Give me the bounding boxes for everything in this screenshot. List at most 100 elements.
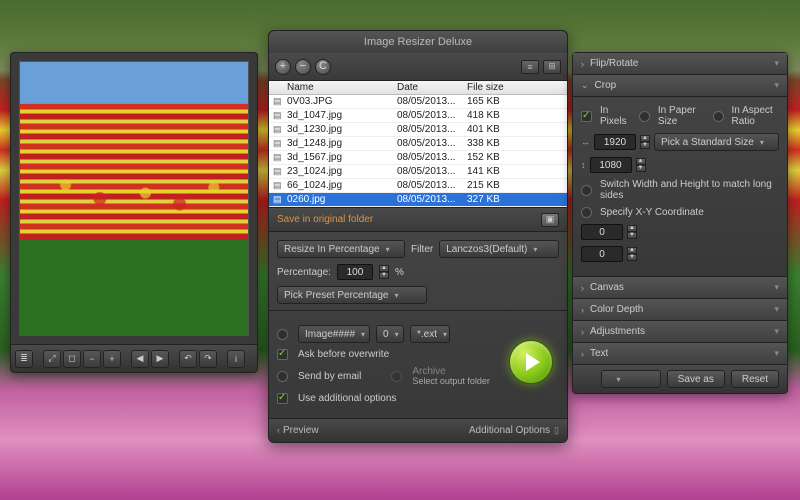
zoom-actual-icon[interactable]: ◻ <box>63 350 81 368</box>
standard-size-label: Pick a Standard Size <box>661 137 754 148</box>
crop-body: In Pixels In Paper Size In Aspect Ratio … <box>573 97 787 277</box>
send-email-radio[interactable] <box>277 371 288 382</box>
crop-x-stepper[interactable]: ▲▼ <box>627 225 637 239</box>
crop-paper-label: In Paper Size <box>658 105 700 127</box>
save-as-button[interactable]: Save as <box>667 370 725 388</box>
crop-pixels-radio[interactable] <box>581 111 592 122</box>
resize-mode-dropdown[interactable]: Resize In Percentage <box>277 240 405 258</box>
preset-percentage-dropdown[interactable]: Pick Preset Percentage <box>277 286 427 304</box>
next-image-icon[interactable]: ▶ <box>151 350 169 368</box>
crop-y-input[interactable] <box>581 246 623 262</box>
main-window: Image Resizer Deluxe + − C ≡ ⊞ Name Date… <box>268 30 568 443</box>
preset-dropdown[interactable] <box>601 370 661 388</box>
cell-size: 165 KB <box>467 96 563 107</box>
ask-overwrite-checkbox[interactable] <box>277 349 288 360</box>
crop-y-stepper[interactable]: ▲▼ <box>627 247 637 261</box>
use-additional-label: Use additional options <box>298 393 396 404</box>
section-flip-rotate[interactable]: › Flip/Rotate ▾ <box>573 53 787 75</box>
table-row[interactable]: ▤23_1024.jpg08/05/2013...141 KB <box>269 165 567 179</box>
chevron-right-icon: › <box>581 349 584 359</box>
preview-toggle[interactable]: Preview <box>283 425 319 436</box>
file-table-header: Name Date File size <box>269 81 567 95</box>
table-row[interactable]: ▤3d_1248.jpg08/05/2013...338 KB <box>269 137 567 151</box>
section-color-depth[interactable]: › Color Depth ▾ <box>573 299 787 321</box>
archive-radio[interactable] <box>391 371 402 382</box>
filename-pattern-radio[interactable] <box>277 329 288 340</box>
ask-overwrite-label: Ask before overwrite <box>298 349 389 360</box>
crop-aspect-label: In Aspect Ratio <box>732 105 779 127</box>
output-ext-dropdown[interactable]: *.ext <box>410 325 450 343</box>
standard-size-dropdown[interactable]: Pick a Standard Size <box>654 133 779 151</box>
cell-size: 215 KB <box>467 180 563 191</box>
col-date[interactable]: Date <box>397 82 467 93</box>
table-row[interactable]: ▤3d_1047.jpg08/05/2013...418 KB <box>269 109 567 123</box>
use-additional-checkbox[interactable] <box>277 393 288 404</box>
titlebar[interactable]: Image Resizer Deluxe <box>269 31 567 53</box>
section-canvas[interactable]: › Canvas ▾ <box>573 277 787 299</box>
cell-name: 3d_1567.jpg <box>287 152 397 163</box>
crop-aspect-radio[interactable] <box>713 111 724 122</box>
sequence-start-dropdown[interactable]: 0 <box>376 325 404 343</box>
percentage-input[interactable] <box>337 264 373 280</box>
table-row[interactable]: ▤3d_1567.jpg08/05/2013...152 KB <box>269 151 567 165</box>
section-color-label: Color Depth <box>590 304 643 315</box>
save-location-label: Save in original folder <box>277 214 373 225</box>
filter-dropdown[interactable]: Lanczos3(Default) <box>439 240 559 258</box>
cell-size: 401 KB <box>467 124 563 135</box>
rotate-cw-icon[interactable]: ↷ <box>199 350 217 368</box>
rotate-ccw-icon[interactable]: ↶ <box>179 350 197 368</box>
zoom-out-icon[interactable]: − <box>83 350 101 368</box>
file-icon: ▤ <box>273 138 287 149</box>
preview-toolbar: ≣ ⤢ ◻ − + ◀ ▶ ↶ ↷ i <box>11 344 257 372</box>
switch-wh-radio[interactable] <box>581 185 592 196</box>
crop-height-stepper[interactable]: ▲▼ <box>636 158 646 172</box>
clear-files-button[interactable]: C <box>315 59 331 75</box>
chevron-right-icon: › <box>581 283 584 293</box>
chevron-right-icon: › <box>581 327 584 337</box>
bottom-bar: ‹ Preview Additional Options ▯ <box>269 418 567 442</box>
crop-x-input[interactable] <box>581 224 623 240</box>
crop-width-stepper[interactable]: ▲▼ <box>640 135 650 149</box>
table-row[interactable]: ▤0V03.JPG08/05/2013...165 KB <box>269 95 567 109</box>
filter-label: Filter <box>411 244 433 255</box>
section-adjustments[interactable]: › Adjustments ▾ <box>573 321 787 343</box>
crop-height-input[interactable] <box>590 157 632 173</box>
section-text[interactable]: › Text ▾ <box>573 343 787 365</box>
remove-files-button[interactable]: − <box>295 59 311 75</box>
zoom-in-icon[interactable]: + <box>103 350 121 368</box>
cell-name: 3d_1248.jpg <box>287 138 397 149</box>
list-view-icon[interactable]: ≡ <box>521 60 539 74</box>
archive-note: Select output folder <box>412 377 490 387</box>
start-button[interactable] <box>509 340 553 384</box>
crop-width-input[interactable] <box>594 134 636 150</box>
browse-folder-icon[interactable]: ▣ <box>541 213 559 227</box>
col-size[interactable]: File size <box>467 82 563 93</box>
thumbnails-icon[interactable]: ≣ <box>15 350 33 368</box>
info-icon[interactable]: i <box>227 350 245 368</box>
additional-options-toggle[interactable]: Additional Options <box>469 425 550 436</box>
cell-size: 338 KB <box>467 138 563 149</box>
chevron-left-icon[interactable]: ‹ <box>277 425 280 435</box>
cell-date: 08/05/2013... <box>397 124 467 135</box>
chevron-right-icon: › <box>581 305 584 315</box>
table-row[interactable]: ▤66_1024.jpg08/05/2013...215 KB <box>269 179 567 193</box>
percentage-stepper[interactable]: ▲▼ <box>379 265 389 279</box>
resize-settings: Resize In Percentage Filter Lanczos3(Def… <box>269 232 567 418</box>
add-files-button[interactable]: + <box>275 59 291 75</box>
zoom-fit-icon[interactable]: ⤢ <box>43 350 61 368</box>
prev-image-icon[interactable]: ◀ <box>131 350 149 368</box>
table-row[interactable]: ▤0260.jpg08/05/2013...327 KB <box>269 193 567 207</box>
col-name[interactable]: Name <box>287 82 397 93</box>
chevron-down-icon: ⌄ <box>581 80 589 91</box>
crop-paper-radio[interactable] <box>639 111 650 122</box>
reset-button[interactable]: Reset <box>731 370 779 388</box>
options-panel: › Flip/Rotate ▾ ⌄ Crop ▾ In Pixels In Pa… <box>572 52 788 394</box>
file-icon: ▤ <box>273 110 287 121</box>
section-crop[interactable]: ⌄ Crop ▾ <box>573 75 787 97</box>
chevron-right-icon[interactable]: ▯ <box>554 425 559 436</box>
grid-view-icon[interactable]: ⊞ <box>543 60 561 74</box>
table-row[interactable]: ▤3d_1230.jpg08/05/2013...401 KB <box>269 123 567 137</box>
filename-pattern-dropdown[interactable]: Image#### <box>298 325 370 343</box>
file-icon: ▤ <box>273 194 287 205</box>
specify-xy-radio[interactable] <box>581 207 592 218</box>
